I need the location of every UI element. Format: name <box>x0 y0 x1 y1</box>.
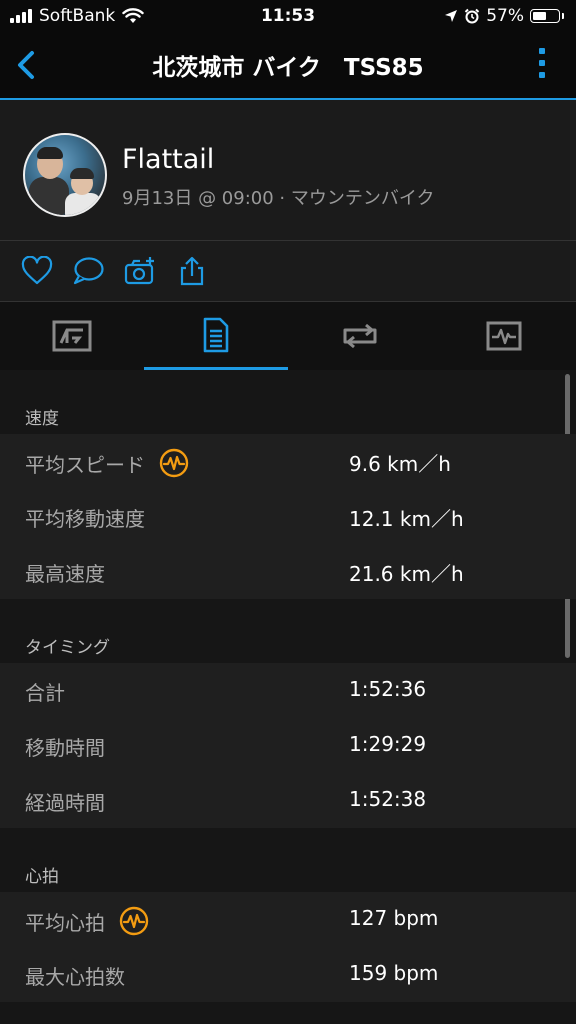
share-icon[interactable] <box>176 256 208 286</box>
stat-value: 127 bpm <box>349 906 439 930</box>
stat-label: 最大心拍数 <box>25 965 125 989</box>
stat-label: 平均スピード <box>25 452 145 477</box>
heart-rate-badge-icon[interactable] <box>119 906 149 936</box>
heart-icon[interactable] <box>21 256 53 286</box>
stat-label: 経過時間 <box>25 791 105 815</box>
menu-dot <box>539 72 545 78</box>
stat-label-group: 平均移動速度 <box>25 503 145 532</box>
status-bar: SoftBank 11:53 57% <box>0 0 576 32</box>
comment-icon[interactable] <box>72 256 104 286</box>
stat-row: 平均移動速度 12.1 km／h <box>0 489 576 544</box>
section-header: タイミング <box>0 599 576 663</box>
stats-content[interactable]: 速度平均スピード 9.6 km／h 平均移動速度 12.1 km／h 最高速度 21.6 … <box>0 370 576 1024</box>
pulse-graph-icon <box>486 321 522 351</box>
back-chevron-icon[interactable] <box>8 45 48 85</box>
section-header: 心拍 <box>0 828 576 892</box>
stat-value: 1:52:38 <box>349 787 427 811</box>
document-list-icon <box>203 317 229 352</box>
status-right-group: 57% <box>444 6 564 26</box>
stat-row: 合計 1:52:36 <box>0 663 576 718</box>
avatar-hair-child <box>70 168 94 179</box>
navigation-bar: 北茨城市 バイク TSS85 <box>0 32 576 100</box>
activity-header: Flattail 9月13日 @ 09:00 · マウンテンバイク <box>0 100 576 241</box>
battery-level <box>533 12 547 20</box>
more-menu-button[interactable] <box>538 48 546 82</box>
avatar-figure-child <box>65 193 101 215</box>
repeat-icon <box>343 323 377 349</box>
stat-label: 平均移動速度 <box>25 507 145 531</box>
battery-tip <box>562 13 564 19</box>
camera-add-icon[interactable] <box>124 256 156 286</box>
heart-rate-badge-icon[interactable] <box>159 448 189 478</box>
menu-dot <box>539 60 545 66</box>
avatar-figure-adult <box>29 177 69 215</box>
user-name[interactable]: Flattail <box>122 144 214 175</box>
action-bar <box>0 241 576 302</box>
stat-label-group: 移動時間 <box>25 732 105 761</box>
stat-value: 1:29:29 <box>349 732 427 756</box>
stat-row: 移動時間 1:29:29 <box>0 718 576 773</box>
stat-value: 21.6 km／h <box>349 562 464 586</box>
stat-row: 平均心拍 127 bpm <box>0 892 576 947</box>
stat-label: 最高速度 <box>25 562 105 586</box>
battery-icon <box>530 9 560 23</box>
stat-row: 平均スピード 9.6 km／h <box>0 434 576 489</box>
battery-percent: 57% <box>486 6 524 26</box>
tab-stats[interactable] <box>144 302 288 370</box>
section-header: 速度 <box>0 370 576 434</box>
avatar[interactable] <box>23 133 107 217</box>
tab-laps[interactable] <box>288 302 432 370</box>
stat-row: 経過時間 1:52:38 <box>0 773 576 828</box>
stat-label-group: 平均スピード <box>25 448 189 478</box>
tab-map[interactable] <box>0 302 144 370</box>
activity-date-type: 9月13日 @ 09:00 · マウンテンバイク <box>122 188 435 209</box>
stat-label-group: 最大心拍数 <box>25 961 125 990</box>
location-arrow-icon <box>445 10 458 22</box>
tab-charts[interactable] <box>432 302 576 370</box>
stat-value: 12.1 km／h <box>349 507 464 531</box>
stat-label: 合計 <box>25 681 65 705</box>
activity-title: 北茨城市 バイク TSS85 <box>152 55 424 81</box>
stat-label-group: 合計 <box>25 677 65 706</box>
stat-row: 最高速度 21.6 km／h <box>0 544 576 599</box>
stat-label-group: 最高速度 <box>25 558 105 587</box>
alarm-icon <box>464 8 480 24</box>
activity-tabs <box>0 302 576 370</box>
stat-label-group: 経過時間 <box>25 787 105 816</box>
avatar-hair-adult <box>37 147 63 159</box>
stat-value: 1:52:36 <box>349 677 427 701</box>
stat-value: 9.6 km／h <box>349 452 451 476</box>
menu-dot <box>539 48 545 54</box>
stat-label: 移動時間 <box>25 736 105 760</box>
stat-label-group: 平均心拍 <box>25 906 149 936</box>
map-chart-icon <box>52 320 92 352</box>
stat-row: 最大心拍数 159 bpm <box>0 947 576 1002</box>
stat-label: 平均心拍 <box>25 910 105 935</box>
stat-value: 159 bpm <box>349 961 439 985</box>
